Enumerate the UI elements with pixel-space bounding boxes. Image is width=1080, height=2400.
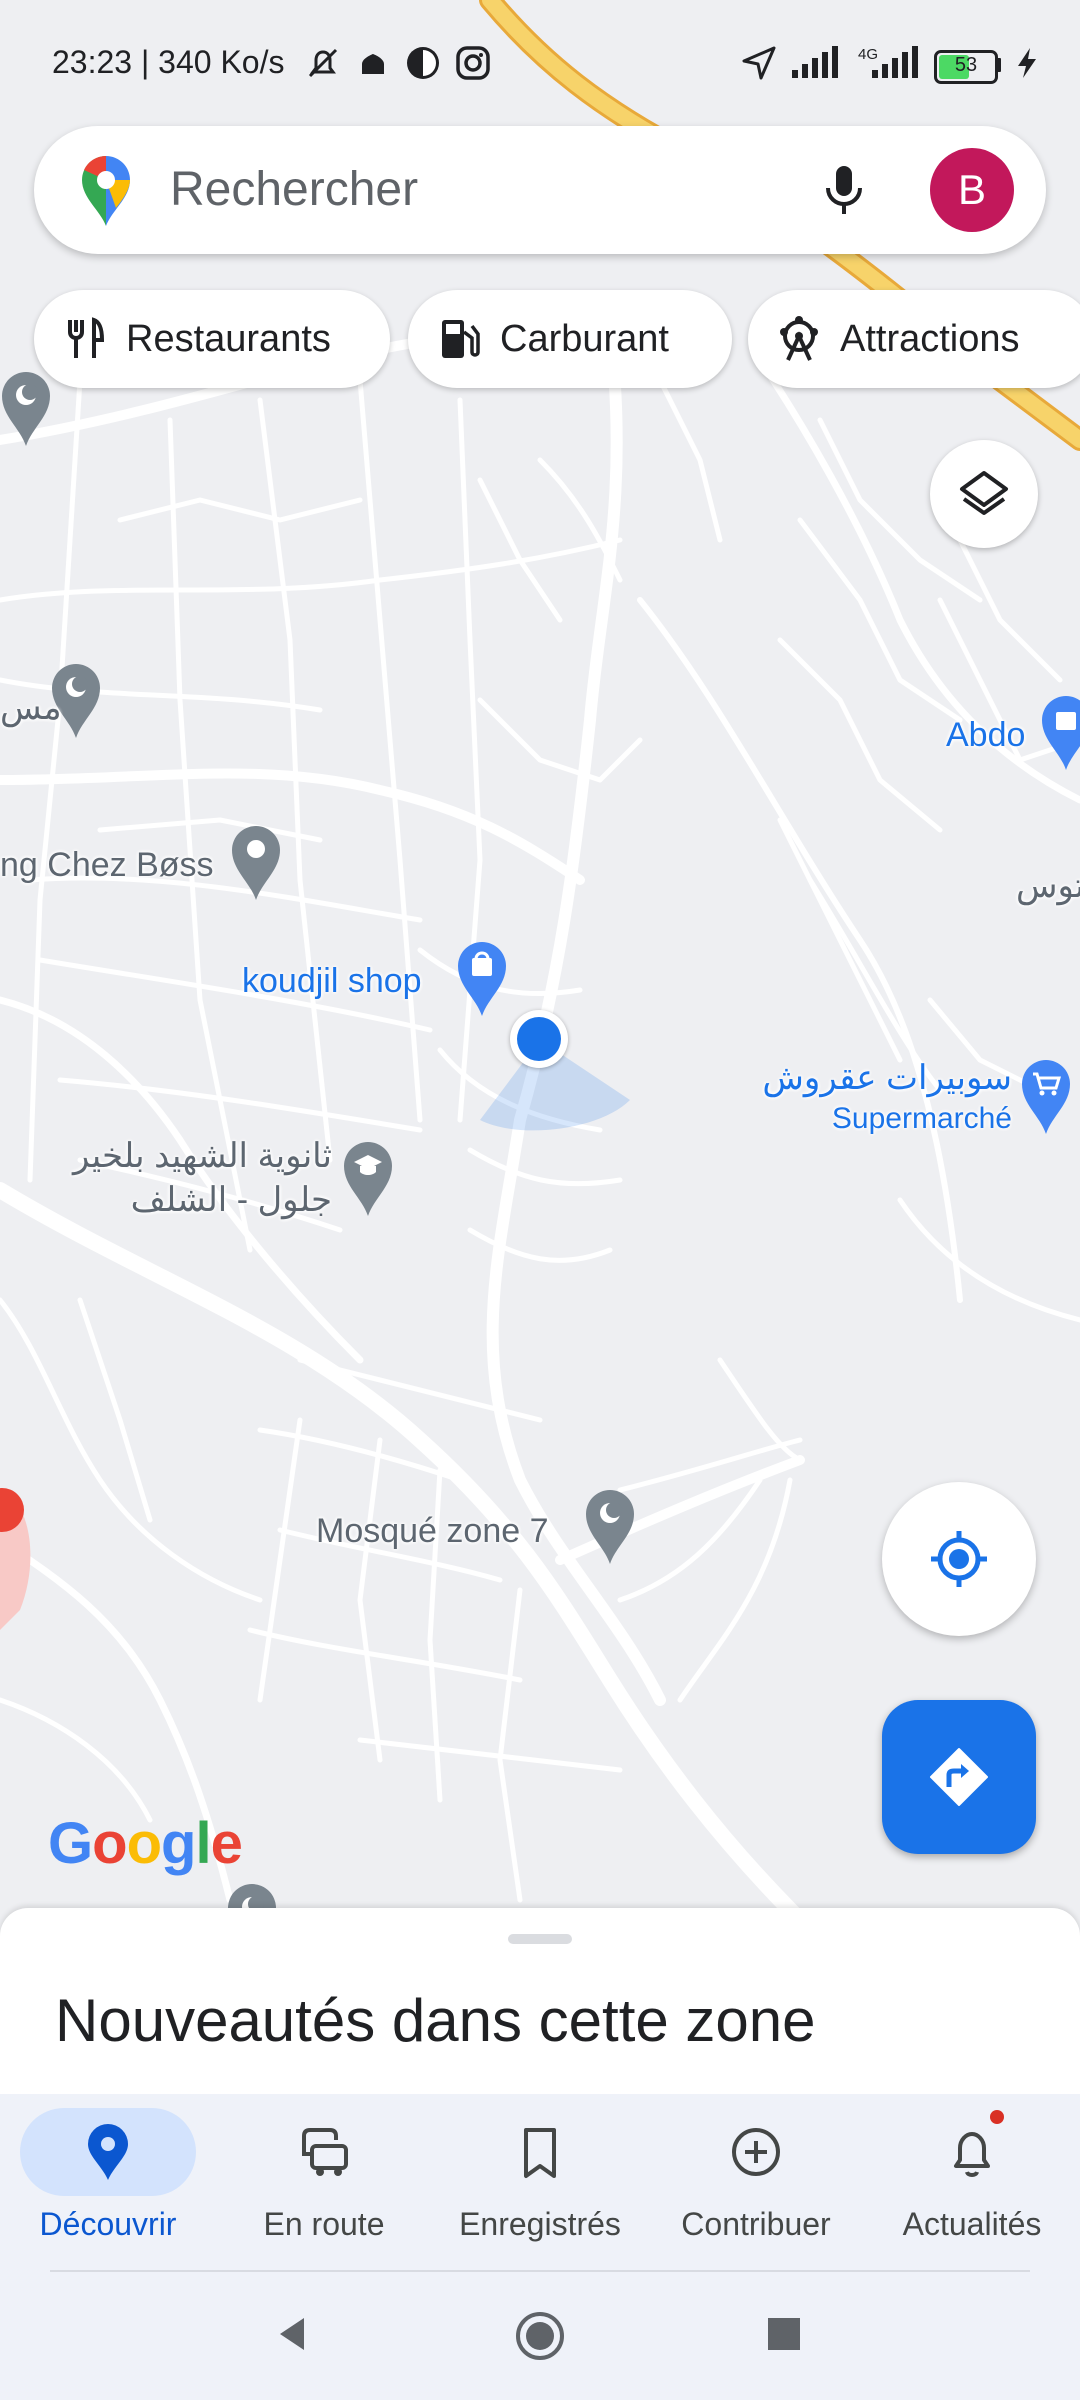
- status-bar: 23:23 | 340 Ko/s 4G 53: [0, 0, 1080, 130]
- bell-icon: [954, 2132, 990, 2177]
- nav-decouvrir[interactable]: Découvrir: [0, 2094, 216, 2274]
- status-time: 23:23 | 340 Ko/s: [52, 44, 285, 80]
- map-label-abdo[interactable]: Abdo: [946, 716, 1025, 755]
- battery-icon: 53: [934, 50, 998, 84]
- search-bar[interactable]: Rechercher B: [34, 126, 1046, 254]
- nav-enregistres[interactable]: Enregistrés: [432, 2094, 648, 2274]
- mosque-status-icon: [362, 54, 384, 74]
- home-icon[interactable]: [514, 2310, 566, 2362]
- nav-label: En route: [263, 2206, 385, 2242]
- nav-contribuer[interactable]: Contribuer: [648, 2094, 864, 2274]
- map-view[interactable]: مس ng Chez Bøss koudjil shop ثانوية الشه…: [0, 0, 1080, 1920]
- place-pin-icon[interactable]: [230, 822, 282, 902]
- bell-off-icon: [308, 48, 338, 78]
- sheet-title: Nouveautés dans cette zone: [55, 1987, 816, 2054]
- add-circle-icon: [732, 2128, 780, 2176]
- explore-bottom-sheet[interactable]: Nouveautés dans cette zone: [0, 1908, 1080, 2094]
- nav-en-route[interactable]: En route: [216, 2094, 432, 2274]
- app-notification-icon: [407, 47, 439, 79]
- nav-label: Actualités: [902, 2206, 1042, 2242]
- map-label-mosque-zone-7[interactable]: Mosqué zone 7: [316, 1512, 549, 1551]
- chip-attractions[interactable]: Attractions: [748, 290, 1080, 388]
- pin-icon: [88, 2124, 128, 2180]
- school-pin-icon[interactable]: [342, 1138, 394, 1218]
- sheet-drag-handle[interactable]: [508, 1934, 572, 1944]
- map-label-school-line1[interactable]: ثانوية الشهيد بلخير: [70, 1136, 332, 1176]
- chip-carburant[interactable]: Carburant: [408, 290, 732, 388]
- layers-icon: [960, 471, 1008, 515]
- chip-carburant-label: Carburant: [500, 318, 669, 360]
- signal-icon: [792, 46, 838, 78]
- back-icon[interactable]: [272, 2314, 312, 2354]
- fork-knife-icon: [68, 317, 105, 358]
- bookmark-icon: [524, 2128, 556, 2178]
- map-label-school-line2[interactable]: جلول - الشلف: [70, 1180, 332, 1220]
- location-arrow-icon: [742, 46, 776, 80]
- map-label-koudjil-shop[interactable]: koudjil shop: [242, 962, 422, 1001]
- map-label-edge-left: مس: [0, 689, 62, 727]
- map-label-chez-boss[interactable]: ng Chez Bøss: [0, 846, 214, 885]
- chip-attractions-label: Attractions: [840, 318, 1020, 360]
- system-navigation-bar: [0, 2272, 1080, 2400]
- charging-bolt-icon: [1018, 48, 1036, 78]
- shopping-bag-pin-icon[interactable]: [456, 938, 508, 1018]
- nav-actualites[interactable]: Actualités: [864, 2094, 1080, 2274]
- battery-tip: [996, 58, 1001, 72]
- chip-restaurants-label: Restaurants: [126, 318, 331, 360]
- map-label-edge-right: توس: [1016, 867, 1080, 905]
- my-location-button[interactable]: [882, 1482, 1036, 1636]
- layers-button[interactable]: [930, 440, 1038, 548]
- battery-level: 53: [954, 54, 978, 76]
- account-avatar[interactable]: B: [930, 148, 1014, 232]
- search-input[interactable]: Rechercher: [170, 162, 418, 217]
- shopping-bag-pin-icon[interactable]: [1040, 692, 1080, 772]
- recents-icon[interactable]: [766, 2316, 802, 2352]
- notification-badge: [990, 2110, 1004, 2124]
- mosque-pin-icon[interactable]: [584, 1486, 636, 1566]
- google-logo: Google: [48, 1811, 243, 1876]
- gas-station-icon: [442, 320, 480, 358]
- nav-label: Découvrir: [39, 2206, 177, 2242]
- map-label-supermarket-fr[interactable]: Supermarché: [740, 1102, 1012, 1136]
- chip-restaurants[interactable]: Restaurants: [34, 290, 390, 388]
- directions-icon: [930, 1748, 988, 1806]
- directions-button[interactable]: [882, 1700, 1036, 1854]
- commute-icon: [302, 2128, 348, 2176]
- road-network: [0, 0, 1080, 1920]
- ferris-wheel-icon: [780, 316, 818, 361]
- bottom-navigation: Découvrir En route Enregistrés Contribue…: [0, 2094, 1080, 2274]
- shopping-cart-pin-icon[interactable]: [1020, 1056, 1072, 1136]
- current-location-dot: [510, 1010, 568, 1068]
- instagram-icon: [456, 46, 490, 80]
- signal-4g-icon: [872, 46, 918, 78]
- nav-label: Contribuer: [681, 2206, 831, 2242]
- microphone-icon[interactable]: [814, 160, 874, 220]
- nav-label: Enregistrés: [459, 2206, 621, 2242]
- my-location-icon: [931, 1531, 987, 1587]
- google-maps-logo-icon: [82, 155, 130, 226]
- mosque-pin-icon[interactable]: [0, 368, 52, 448]
- map-label-supermarket-ar[interactable]: سوبيرات عقروش: [740, 1058, 1012, 1098]
